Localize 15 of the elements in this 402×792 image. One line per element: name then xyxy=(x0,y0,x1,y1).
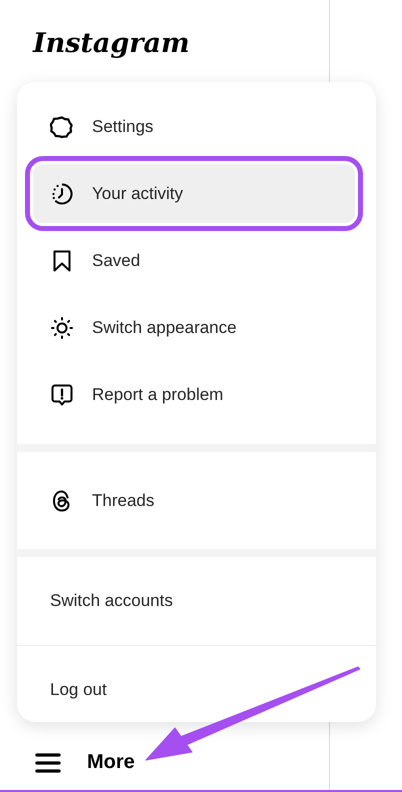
logo[interactable]: Instagram xyxy=(33,28,190,59)
report-icon xyxy=(50,382,74,406)
menu-item[interactable]: Log out xyxy=(33,650,355,722)
menu-icon xyxy=(35,752,61,774)
settings-icon xyxy=(50,114,74,138)
menu-item[interactable]: Your activity xyxy=(33,164,355,223)
menu-item[interactable]: Saved xyxy=(33,231,355,290)
menu-item[interactable]: Switch accounts xyxy=(33,561,355,641)
menu-item[interactable]: Settings xyxy=(33,97,355,156)
menu-item[interactable]: Switch appearance xyxy=(33,298,355,357)
sun-icon xyxy=(50,316,74,340)
clock-icon xyxy=(50,182,74,206)
more-nav-item[interactable]: More xyxy=(35,751,135,774)
menu-item[interactable]: Report a problem xyxy=(33,365,355,424)
menu-item[interactable]: Threads xyxy=(33,471,355,530)
